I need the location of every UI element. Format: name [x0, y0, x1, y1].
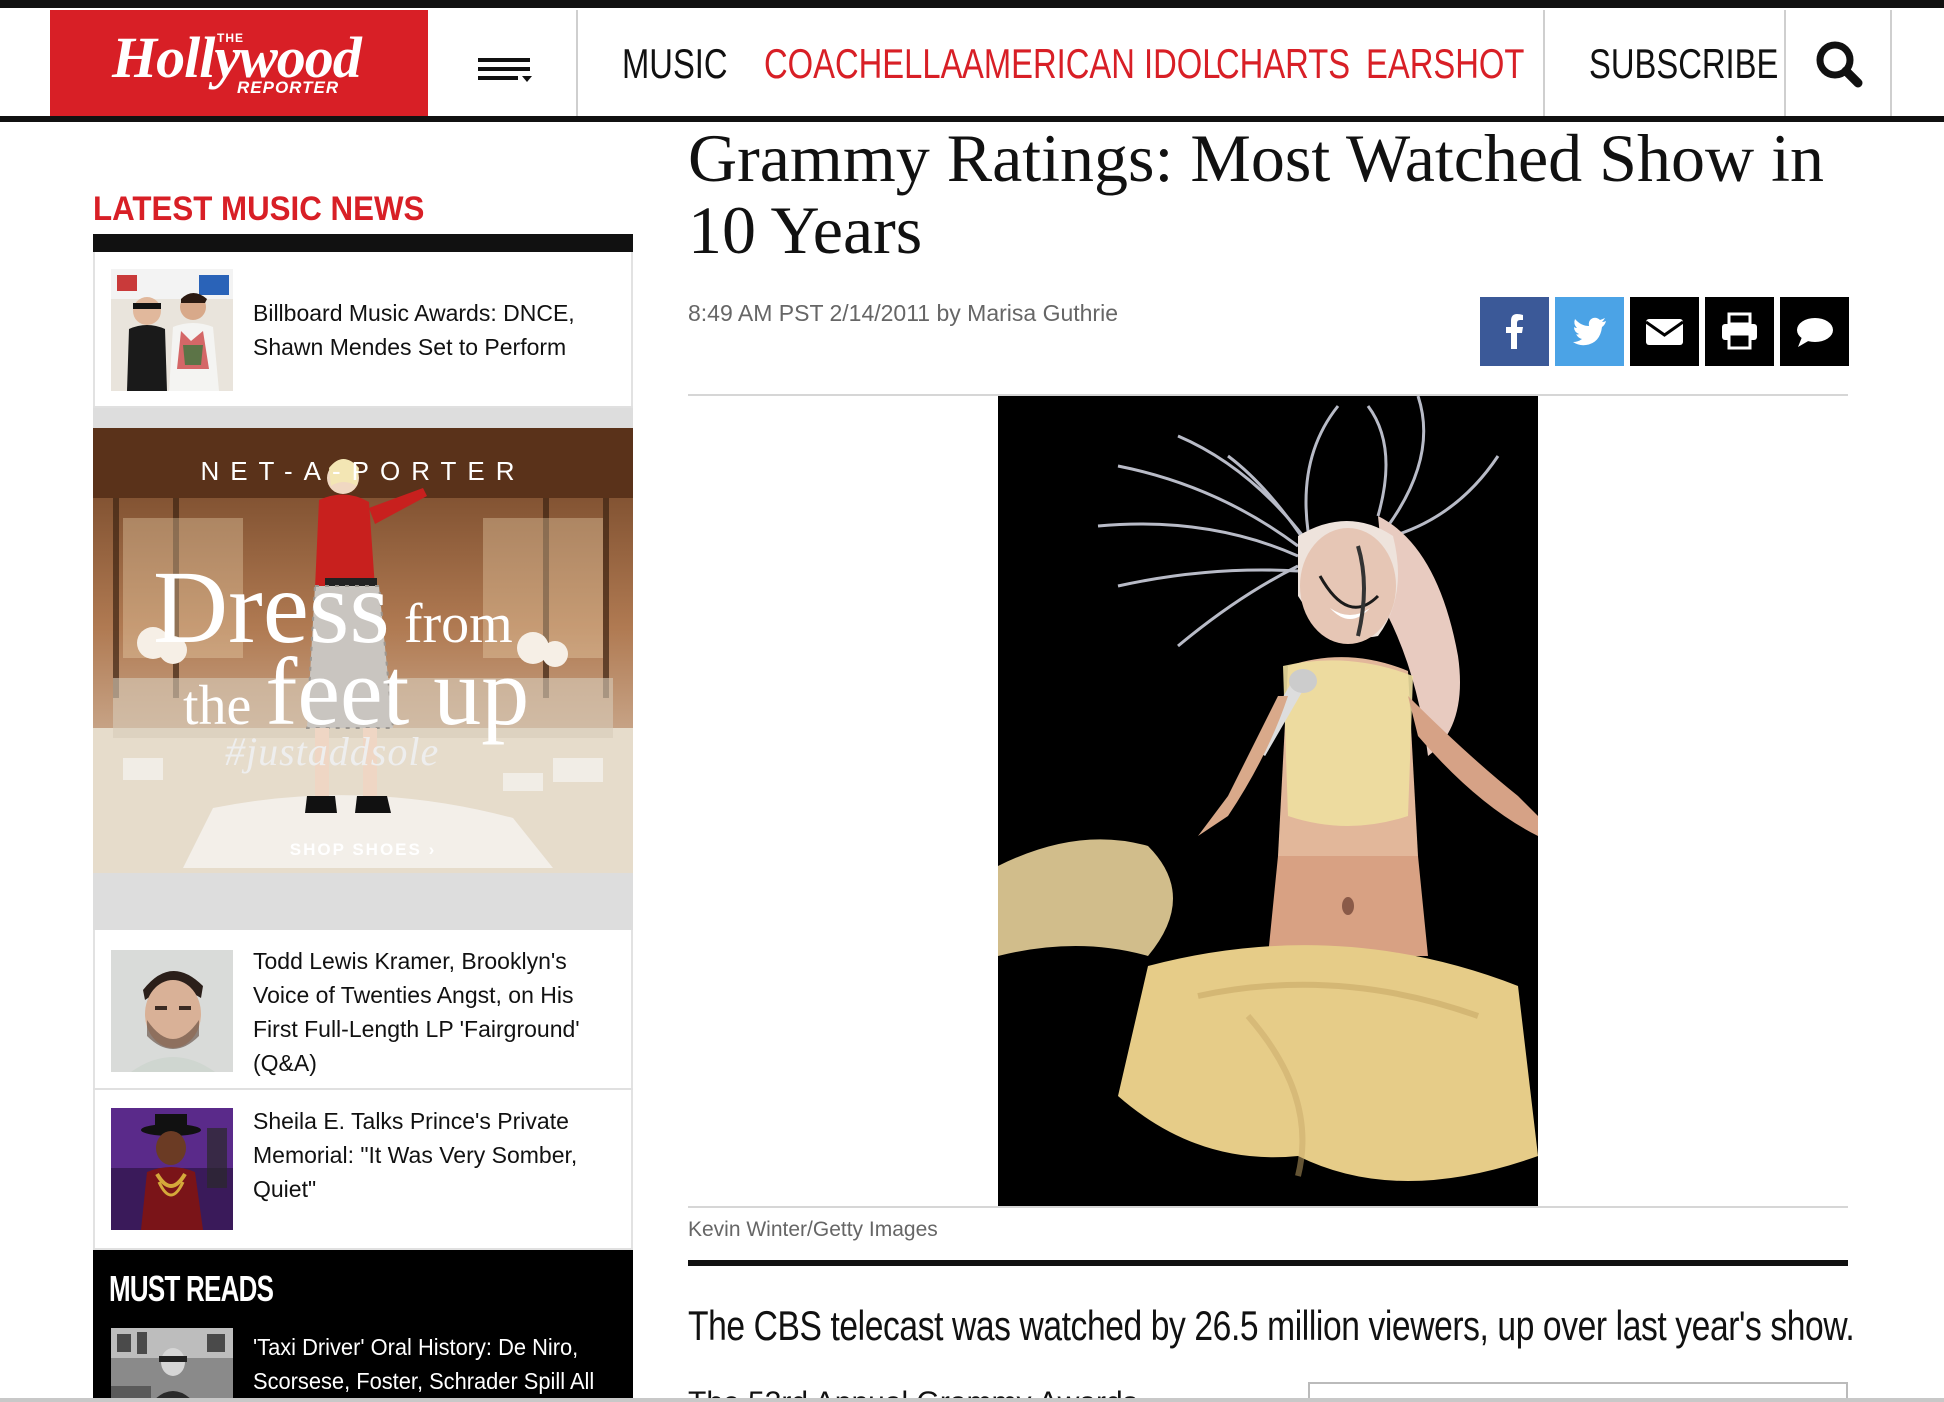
- sidebar-title-rule: [93, 234, 633, 252]
- article-byline: 8:49 AM PST 2/14/2011 by Marisa Guthrie: [688, 300, 1118, 326]
- facebook-icon: [1506, 314, 1523, 349]
- email-icon: [1645, 319, 1684, 345]
- list-item[interactable]: Todd Lewis Kramer, Brooklyn's Voice of T…: [93, 930, 633, 1090]
- ad-hashtag: #justaddsole: [225, 729, 440, 774]
- news-thumbnail: [111, 269, 233, 391]
- print-icon: [1722, 312, 1757, 350]
- search-button[interactable]: [1786, 10, 1892, 116]
- must-reads-headline[interactable]: 'Taxi Driver' Oral History: De Niro, Sco…: [253, 1330, 605, 1398]
- comments-button[interactable]: [1780, 297, 1849, 366]
- nav-charts[interactable]: CHARTS: [1216, 40, 1350, 88]
- comment-icon: [1797, 318, 1833, 347]
- photo-divider: [688, 1206, 1848, 1208]
- menu-button[interactable]: [428, 10, 578, 116]
- nav-coachella[interactable]: COACHELLA: [764, 40, 962, 88]
- list-item[interactable]: Billboard Music Awards: DNCE, Shawn Mend…: [93, 252, 633, 408]
- sidebar-title: LATEST MUSIC NEWS: [93, 190, 425, 228]
- share-email-button[interactable]: [1630, 297, 1699, 366]
- article-dek: The CBS telecast was watched by 26.5 mil…: [688, 1302, 1855, 1349]
- subscribe-button[interactable]: SUBSCRIBE: [1543, 10, 1786, 116]
- must-reads-thumbnail: [111, 1328, 233, 1402]
- logo-reporter: REPORTER: [237, 78, 340, 97]
- share-twitter-button[interactable]: [1555, 297, 1624, 366]
- site-logo[interactable]: THE Hollywood REPORTER: [50, 10, 428, 116]
- subscribe-label: SUBSCRIBE: [1589, 40, 1779, 87]
- performer-image: [998, 396, 1538, 1206]
- site-header: THE Hollywood REPORTER MUSIC COACHELLA A…: [0, 0, 1944, 122]
- twitter-icon: [1573, 317, 1606, 346]
- ad-brand: NET-A-PORTER: [200, 456, 526, 486]
- must-reads: MUST READS 'Taxi Driver' Oral History: D…: [93, 1250, 633, 1402]
- ad-cta[interactable]: SHOP SHOES ›: [93, 840, 633, 860]
- ad-banner[interactable]: NET-A-PORTER Dress from the feet up #jus…: [93, 428, 633, 873]
- article-headline: Grammy Ratings: Most Watched Show in 10 …: [688, 120, 1824, 268]
- share-bar: [1480, 297, 1849, 366]
- page-bottom-edge: [0, 1398, 1944, 1402]
- advertisement[interactable]: NET-A-PORTER Dress from the feet up #jus…: [93, 408, 633, 930]
- nav-music[interactable]: MUSIC: [622, 40, 728, 88]
- search-icon: [1816, 41, 1863, 88]
- news-thumbnail: [111, 950, 233, 1072]
- nav-american-idol[interactable]: AMERICAN IDOL: [962, 40, 1220, 88]
- news-headline[interactable]: Sheila E. Talks Prince's Private Memoria…: [253, 1104, 613, 1206]
- news-headline[interactable]: Todd Lewis Kramer, Brooklyn's Voice of T…: [253, 944, 613, 1080]
- dek-rule: [688, 1260, 1848, 1266]
- print-button[interactable]: [1705, 297, 1774, 366]
- photo-credit: Kevin Winter/Getty Images: [688, 1218, 938, 1241]
- must-reads-heading: MUST READS: [109, 1268, 274, 1309]
- nav-earshot[interactable]: EARSHOT: [1366, 40, 1524, 88]
- news-headline[interactable]: Billboard Music Awards: DNCE, Shawn Mend…: [253, 296, 613, 364]
- news-thumbnail: [111, 1108, 233, 1230]
- share-facebook-button[interactable]: [1480, 297, 1549, 366]
- article-photo[interactable]: [998, 396, 1538, 1206]
- header-top-rule: [0, 0, 1944, 8]
- list-item[interactable]: Sheila E. Talks Prince's Private Memoria…: [93, 1090, 633, 1250]
